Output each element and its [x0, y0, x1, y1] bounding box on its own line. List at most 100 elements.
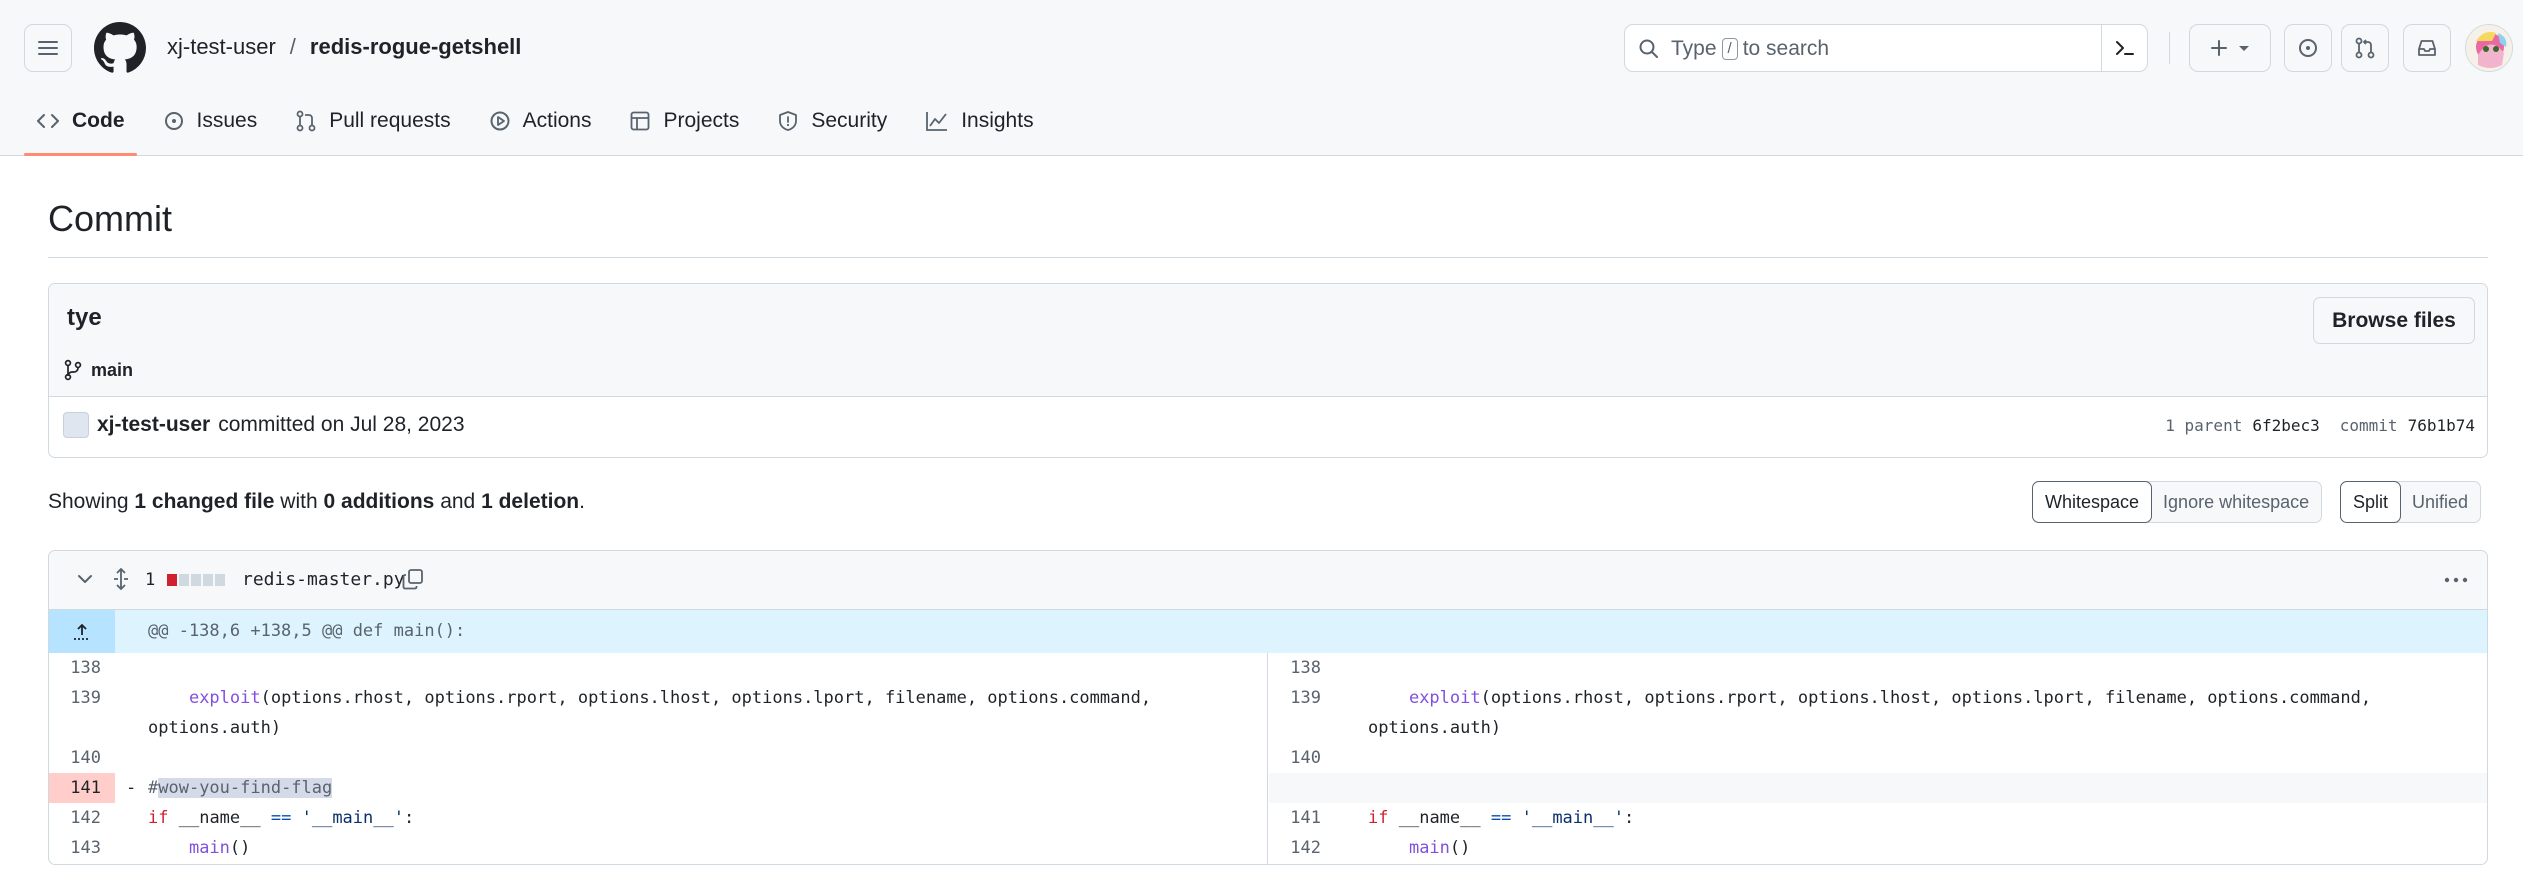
- tab-code[interactable]: Code: [24, 100, 137, 156]
- tab-security[interactable]: Security: [765, 100, 899, 142]
- code-line: #wow-you-find-flag: [148, 773, 1227, 803]
- code-line: main(): [1368, 833, 2449, 863]
- summary-period: .: [579, 490, 585, 513]
- code-text: options.rhost, options.rport, options.lh…: [1490, 688, 2372, 708]
- chevron-down-icon: [78, 575, 92, 583]
- expand-all-button[interactable]: [111, 567, 131, 591]
- diff-line: 139 exploit(options.rhost, options.rport…: [49, 683, 1267, 743]
- page-title: Commit: [48, 198, 172, 239]
- create-new-button[interactable]: [2189, 24, 2271, 72]
- unified-option[interactable]: Unified: [2400, 482, 2480, 522]
- line-number[interactable]: 138: [1269, 653, 1335, 683]
- your-pull-requests-button[interactable]: [2341, 24, 2389, 72]
- diff-right-side: 138 139 exploit(options.rhost, options.r…: [1269, 653, 2487, 864]
- commit-author-line: xj-test-user committed on Jul 28, 2023: [63, 412, 465, 438]
- copy-path-button[interactable]: [401, 567, 425, 591]
- branch-name: main: [91, 359, 134, 380]
- code-line: if __name__ == '__main__':: [1368, 803, 2449, 833]
- code-text: options.auth): [148, 718, 282, 738]
- tab-insights[interactable]: Insights: [913, 100, 1045, 142]
- tab-projects[interactable]: Projects: [617, 100, 751, 142]
- line-number[interactable]: 141: [49, 773, 115, 803]
- owner-link[interactable]: xj-test-user: [167, 34, 276, 60]
- summary-deletions: 1 deletion: [481, 490, 580, 513]
- commit-label: commit: [2339, 416, 2398, 435]
- code-text: options.auth): [1368, 718, 1502, 738]
- code-token-keyword: if: [148, 808, 169, 828]
- line-number[interactable]: 140: [49, 743, 115, 773]
- code-line: main(): [148, 833, 1227, 863]
- summary-additions: 0 additions: [323, 490, 435, 513]
- github-logo-icon[interactable]: [94, 22, 146, 74]
- code-token-string: '__main__': [301, 808, 404, 828]
- line-number[interactable]: 139: [49, 683, 115, 713]
- commit-title-area: tye main Browse files: [49, 284, 2487, 397]
- comment-hash: #: [148, 778, 159, 798]
- tab-pull-requests[interactable]: Pull requests: [283, 100, 462, 142]
- code-token-paren: (: [1480, 688, 1491, 708]
- your-issues-button[interactable]: [2284, 24, 2332, 72]
- tab-actions-label: Actions: [522, 109, 592, 132]
- code-line: if __name__ == '__main__':: [148, 803, 1227, 833]
- tab-actions[interactable]: Actions: [477, 100, 604, 142]
- line-number[interactable]: 141: [1269, 803, 1335, 833]
- code-token-operator: ==: [270, 808, 292, 828]
- code-token-variable: __name__: [1398, 808, 1481, 828]
- line-number[interactable]: 143: [49, 833, 115, 863]
- code-token-keyword: if: [1368, 808, 1389, 828]
- author-avatar[interactable]: [63, 412, 89, 438]
- parent-sha-link[interactable]: 6f2bec3: [2252, 416, 2319, 435]
- title-divider: [48, 257, 2488, 258]
- file-name-link[interactable]: redis-master.py: [242, 569, 405, 590]
- inbox-icon: [2418, 40, 2436, 56]
- search-icon: [1639, 39, 1658, 58]
- summary-showing: Showing: [48, 490, 129, 513]
- terminal-icon: [2115, 41, 2134, 55]
- line-number[interactable]: 142: [1269, 833, 1335, 863]
- browse-files-button[interactable]: Browse files: [2313, 297, 2475, 344]
- diff-left-side: 138 139 exploit(options.rhost, options.r…: [49, 653, 1268, 864]
- repo-link[interactable]: redis-rogue-getshell: [310, 34, 521, 60]
- tab-pull-requests-label: Pull requests: [329, 109, 451, 132]
- diffstat-bars: [167, 574, 225, 586]
- summary-changed-files: 1 changed file: [134, 490, 275, 513]
- search-input[interactable]: Type / to search: [1624, 24, 2148, 72]
- line-number[interactable]: 140: [1269, 743, 1335, 773]
- tab-security-label: Security: [811, 109, 888, 132]
- commit-shas: 1 parent 6f2bec3 commit 76b1b74: [2165, 416, 2475, 435]
- split-option[interactable]: Split: [2340, 481, 2402, 523]
- branch-link[interactable]: main: [63, 359, 133, 381]
- collapse-file-button[interactable]: [75, 569, 95, 589]
- shield-icon: [779, 111, 798, 131]
- code-token-colon: :: [1623, 808, 1635, 828]
- git-branch-icon: [64, 359, 82, 381]
- diff-line: 139 exploit(options.rhost, options.rport…: [1269, 683, 2487, 743]
- code-token-paren: (): [229, 838, 251, 858]
- commit-sha: 76b1b74: [2407, 416, 2475, 435]
- command-palette-button[interactable]: [2101, 25, 2147, 71]
- code-line: exploit(options.rhost, options.rport, op…: [148, 683, 1227, 743]
- commit-header-box: tye main Browse files xj-test-user commi…: [48, 283, 2488, 458]
- line-number[interactable]: 142: [49, 803, 115, 833]
- notifications-button[interactable]: [2403, 24, 2451, 72]
- code-token-function: exploit: [1408, 688, 1481, 708]
- ignore-whitespace-option[interactable]: Ignore whitespace: [2151, 482, 2321, 522]
- code-line: exploit(options.rhost, options.rport, op…: [1368, 683, 2449, 743]
- menu-button[interactable]: [24, 24, 72, 72]
- line-number[interactable]: 138: [49, 653, 115, 683]
- author-link[interactable]: xj-test-user: [97, 413, 210, 437]
- code-token-paren: (): [1449, 838, 1471, 858]
- line-number[interactable]: 139: [1269, 683, 1335, 713]
- repo-tabs: Code Issues Pull requests Actions Projec…: [24, 100, 1060, 156]
- user-avatar[interactable]: [2465, 24, 2513, 72]
- table-icon: [631, 111, 650, 131]
- commit-message: tye: [67, 304, 102, 331]
- tab-insights-label: Insights: [961, 109, 1034, 132]
- file-options-button[interactable]: [2443, 570, 2469, 590]
- search-shortcut-key: /: [1721, 38, 1738, 60]
- tab-issues[interactable]: Issues: [151, 100, 270, 142]
- whitespace-option[interactable]: Whitespace: [2032, 481, 2153, 523]
- parent-label: 1 parent: [2165, 416, 2243, 435]
- issue-icon: [164, 112, 183, 130]
- expand-up-button[interactable]: [49, 610, 115, 653]
